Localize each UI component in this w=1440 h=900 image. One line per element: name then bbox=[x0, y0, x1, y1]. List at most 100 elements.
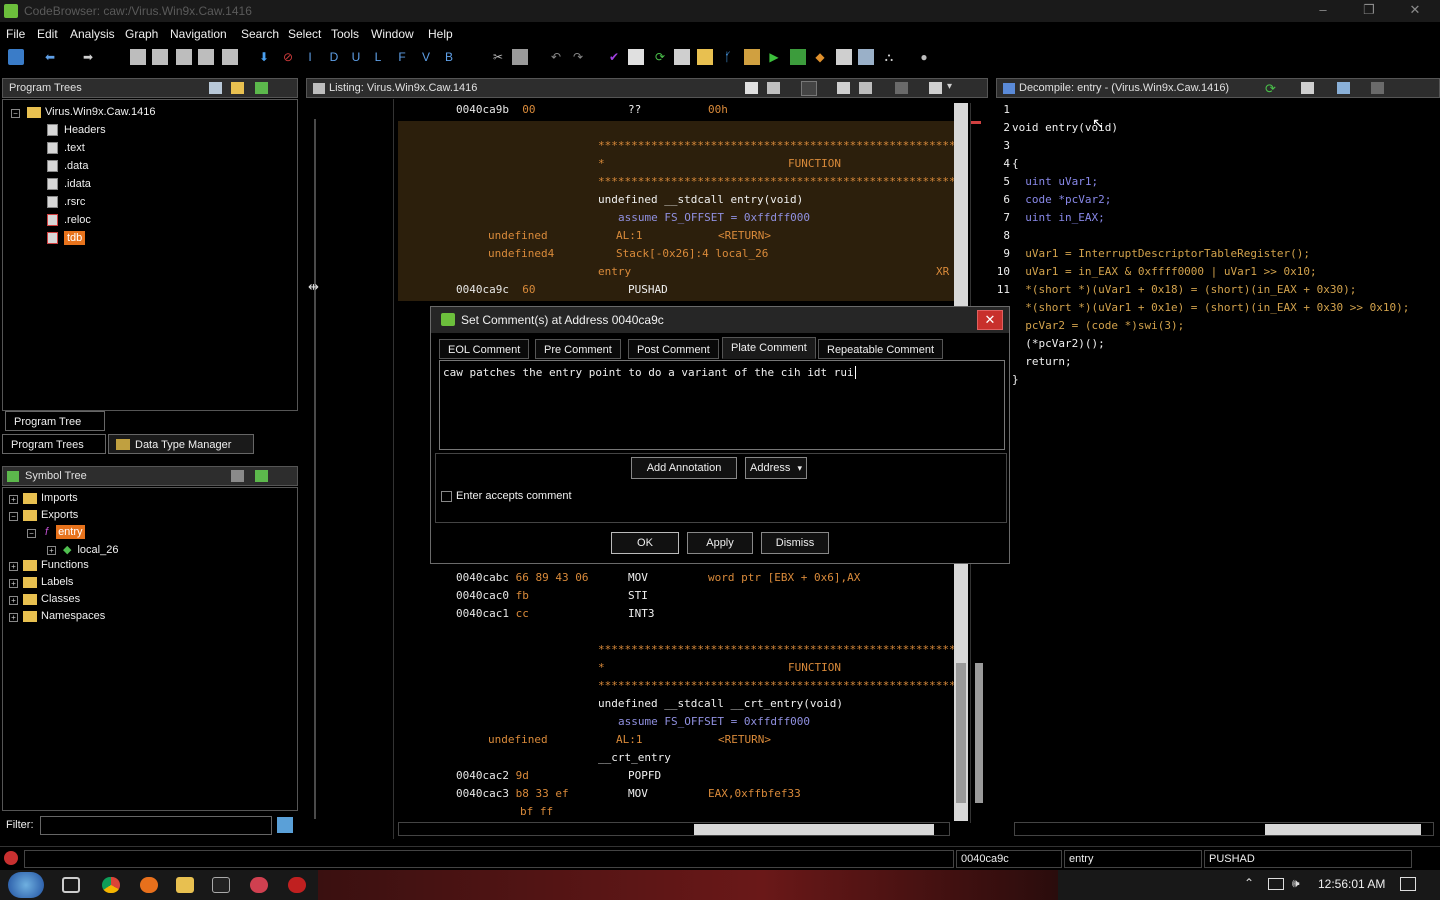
annotation-type-select[interactable]: Address ▾ bbox=[745, 457, 807, 479]
code-line[interactable]: uint in_EAX; bbox=[1012, 211, 1104, 229]
tree-item-tdb[interactable]: tdb bbox=[47, 231, 86, 249]
refresh-icon[interactable]: ⟳ bbox=[1265, 81, 1276, 97]
menu-tools[interactable]: Tools bbox=[331, 27, 359, 41]
symbol-entry[interactable]: − f entry bbox=[27, 525, 85, 543]
listing-row[interactable]: 0040cac0 fb bbox=[456, 589, 529, 607]
close-window-button[interactable]: ✕ bbox=[1392, 0, 1438, 22]
maximize-button[interactable]: ❐ bbox=[1346, 0, 1392, 22]
letter-b-button[interactable]: B bbox=[441, 49, 457, 65]
crt-entry-label[interactable]: __crt_entry bbox=[598, 751, 671, 769]
dialog-close-button[interactable]: ✕ bbox=[977, 310, 1003, 330]
listing-row[interactable]: 0040cac1 cc bbox=[456, 607, 529, 625]
tree-root[interactable]: − Virus.Win9x.Caw.1416 bbox=[11, 106, 155, 123]
expand-icon[interactable]: + bbox=[9, 596, 18, 605]
collapse-icon[interactable]: − bbox=[27, 529, 36, 538]
letter-v-button[interactable]: V bbox=[418, 49, 434, 65]
diamond-icon[interactable]: ◆ bbox=[812, 49, 828, 65]
tab-program-tree[interactable]: Program Tree bbox=[5, 411, 105, 431]
menu-graph[interactable]: Graph bbox=[125, 27, 158, 41]
bytes-icon[interactable] bbox=[628, 49, 644, 65]
back-arrow-icon[interactable]: ⬅ bbox=[42, 49, 58, 65]
code-line[interactable]: uVar1 = in_EAX & 0xffff0000 | uVar1 >> 0… bbox=[1012, 265, 1316, 283]
tree-icon[interactable]: ⛬ bbox=[881, 49, 897, 65]
listing-row[interactable]: 0040cabc 66 89 43 06 bbox=[456, 571, 588, 589]
plugin-icon[interactable] bbox=[744, 49, 760, 65]
code-line[interactable]: *(short *)(uVar1 + 0x18) = (short)(in_EA… bbox=[1012, 283, 1356, 301]
expand-icon[interactable]: + bbox=[9, 495, 18, 504]
decompile-horizontal-scrollbar[interactable] bbox=[1014, 822, 1434, 836]
expand-icon[interactable]: + bbox=[9, 613, 18, 622]
letter-d-button[interactable]: D bbox=[326, 49, 342, 65]
script-icon[interactable] bbox=[790, 49, 806, 65]
listing-cursor-icon[interactable] bbox=[801, 81, 817, 96]
symbol-local-26[interactable]: + ◆ local_26 bbox=[47, 543, 118, 560]
menu-edit[interactable]: Edit bbox=[37, 27, 58, 41]
menu-navigation[interactable]: Navigation bbox=[170, 27, 227, 41]
code-line[interactable]: } bbox=[1012, 373, 1019, 391]
code-line[interactable]: (*pcVar2)(); bbox=[1012, 337, 1104, 355]
code-line[interactable]: return; bbox=[1012, 355, 1071, 373]
symbol-filter-input[interactable] bbox=[40, 816, 272, 835]
letter-l-button[interactable]: L bbox=[370, 49, 386, 65]
tree-item-text[interactable]: .text bbox=[47, 142, 85, 159]
split-icon[interactable] bbox=[859, 82, 872, 94]
code-line[interactable]: code *pcVar2; bbox=[1012, 193, 1111, 211]
hscroll-thumb[interactable] bbox=[1265, 824, 1421, 835]
open-folder-icon[interactable] bbox=[231, 82, 244, 94]
tree-item-idata[interactable]: .idata bbox=[47, 178, 91, 195]
folder-icon[interactable] bbox=[697, 49, 713, 65]
menu-window[interactable]: Window bbox=[371, 27, 414, 41]
xref-label[interactable]: XR bbox=[936, 265, 949, 283]
letter-i-button[interactable]: I bbox=[302, 49, 318, 65]
forward-arrow-icon[interactable]: ➡ bbox=[80, 49, 96, 65]
next-undefined-icon[interactable] bbox=[176, 49, 192, 65]
entry-label[interactable]: entry bbox=[598, 265, 631, 283]
copy-icon[interactable] bbox=[1301, 82, 1314, 94]
hscroll-thumb[interactable] bbox=[694, 824, 934, 835]
tray-chevron-up-icon[interactable]: ⌃ bbox=[1244, 876, 1254, 890]
symbol-functions[interactable]: + Functions bbox=[9, 559, 89, 576]
tree-item-data[interactable]: .data bbox=[47, 160, 88, 177]
copy-icon[interactable] bbox=[745, 82, 758, 94]
function-signature[interactable]: undefined __stdcall entry(void) bbox=[598, 193, 803, 211]
window-icon[interactable] bbox=[858, 49, 874, 65]
symbol-namespaces[interactable]: + Namespaces bbox=[9, 610, 105, 627]
listing-row[interactable]: 0040cac3 b8 33 ef bbox=[456, 787, 569, 805]
expand-icon[interactable]: + bbox=[47, 546, 56, 555]
tree-item-headers[interactable]: Headers bbox=[47, 124, 106, 141]
listing-horizontal-scrollbar[interactable] bbox=[398, 822, 950, 836]
comment-textarea[interactable]: caw patches the entry point to do a vari… bbox=[439, 360, 1005, 450]
menu-select[interactable]: Select bbox=[288, 27, 321, 41]
tab-data-type-manager[interactable]: Data Type Manager bbox=[108, 434, 254, 454]
code-line[interactable]: *(short *)(uVar1 + 0x1e) = (short)(in_EA… bbox=[1012, 301, 1409, 319]
snapshot-icon[interactable] bbox=[1371, 82, 1384, 94]
firefox-icon[interactable] bbox=[140, 877, 158, 893]
letter-u-button[interactable]: U bbox=[348, 49, 364, 65]
export-icon[interactable] bbox=[1337, 82, 1350, 94]
filter-options-icon[interactable] bbox=[277, 817, 293, 833]
new-tree-icon[interactable] bbox=[209, 82, 222, 94]
chrome-icon[interactable] bbox=[102, 877, 120, 893]
tree-action-icon[interactable] bbox=[255, 82, 268, 94]
tab-eol-comment[interactable]: EOL Comment bbox=[439, 339, 530, 359]
start-button[interactable] bbox=[8, 872, 44, 898]
stop-icon[interactable]: ⊘ bbox=[280, 49, 296, 65]
app-icon[interactable] bbox=[250, 877, 268, 893]
search-memory-icon[interactable]: ᚶ bbox=[720, 49, 736, 65]
listing-row[interactable]: 0040ca9b 00 bbox=[456, 103, 535, 121]
add-annotation-button[interactable]: Add Annotation bbox=[631, 457, 737, 479]
cut-icon[interactable]: ✂ bbox=[490, 49, 506, 65]
minimize-button[interactable]: – bbox=[1300, 0, 1346, 22]
tab-plate-comment[interactable]: Plate Comment bbox=[722, 337, 816, 359]
save-icon[interactable] bbox=[8, 49, 24, 65]
code-line[interactable]: uVar1 = InterruptDescriptorTableRegister… bbox=[1012, 247, 1310, 265]
symbol-labels[interactable]: + Labels bbox=[9, 576, 73, 593]
file-explorer-icon[interactable] bbox=[176, 877, 194, 893]
code-line[interactable]: pcVar2 = (code *)swi(3); bbox=[1012, 319, 1184, 337]
undo-icon[interactable]: ↶ bbox=[548, 49, 564, 65]
tab-program-trees[interactable]: Program Trees bbox=[2, 434, 106, 454]
decompiler-view[interactable]: 1 2 3 4 5 6 7 8 9 10 11 void entry(void)… bbox=[996, 103, 1440, 823]
overview-thumb[interactable] bbox=[975, 663, 983, 803]
dismiss-button[interactable]: Dismiss bbox=[761, 532, 829, 554]
listing-row[interactable]: 0040cac2 9d bbox=[456, 769, 529, 787]
